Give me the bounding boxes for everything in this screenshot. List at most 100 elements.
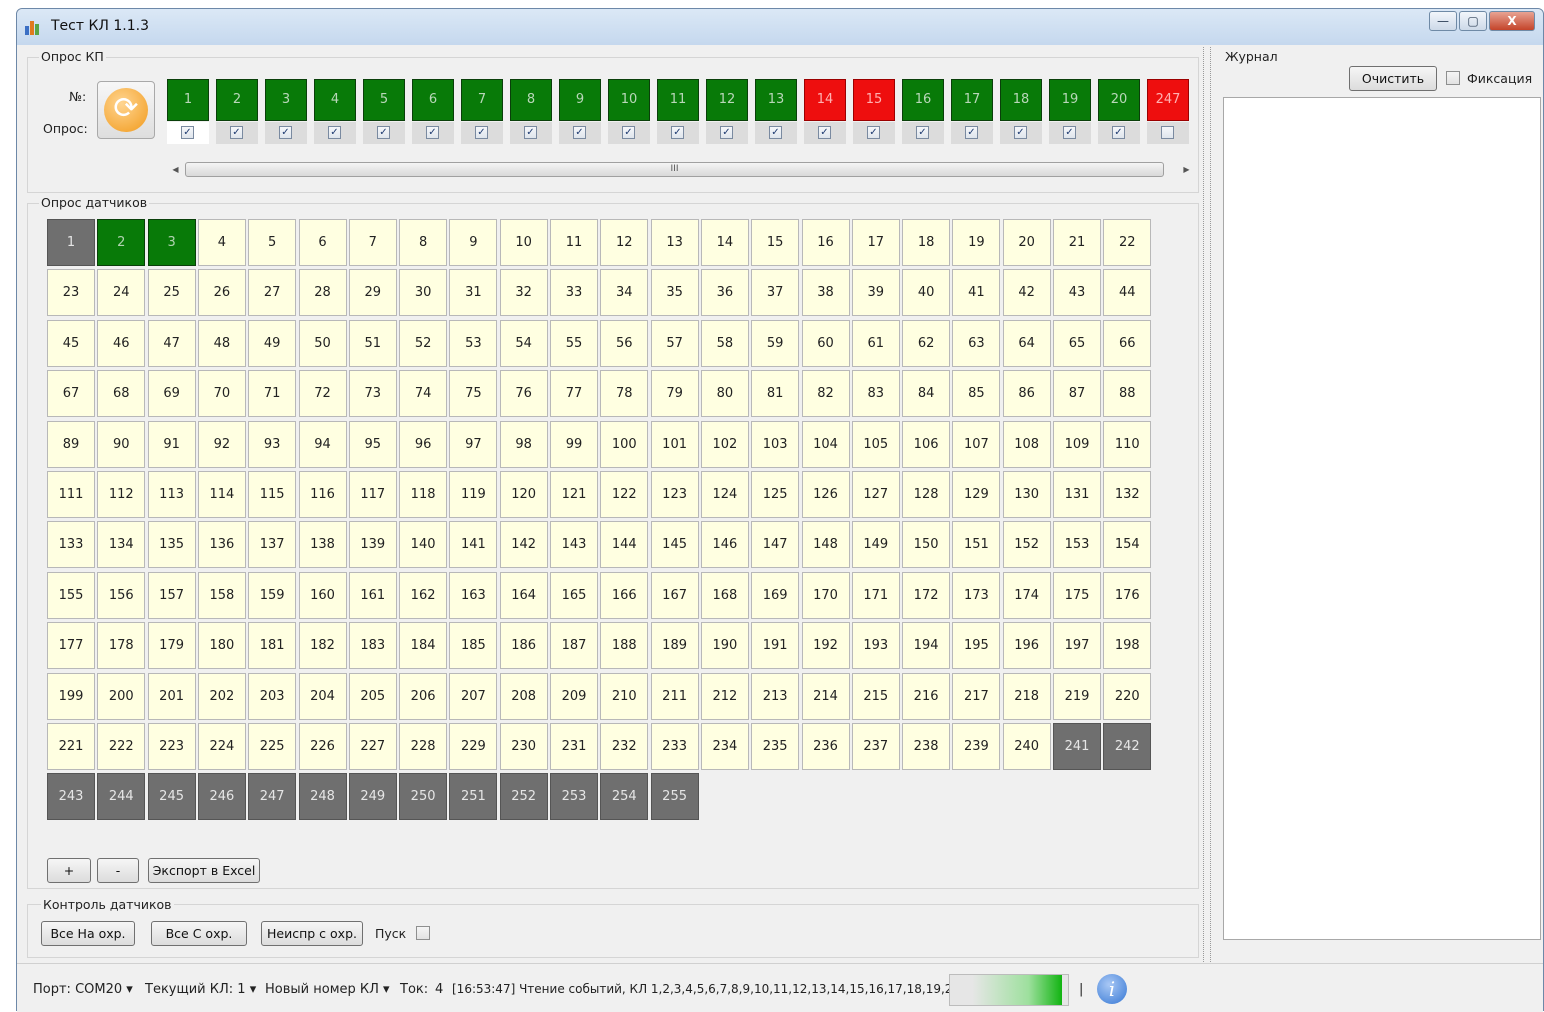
- new-kl-number-dropdown[interactable]: Новый номер КЛ ▾: [265, 982, 390, 997]
- sensor-cell-204[interactable]: 204: [298, 672, 347, 720]
- sensor-cell-130[interactable]: 130: [1002, 471, 1051, 518]
- sensor-cell-173[interactable]: 173: [952, 571, 1001, 619]
- sensor-cell-161[interactable]: 161: [348, 571, 397, 619]
- sensor-cell-47[interactable]: 47: [147, 319, 196, 367]
- sensor-cell-39[interactable]: 39: [851, 269, 900, 317]
- scroll-right-icon[interactable]: ▶: [1178, 161, 1195, 178]
- kp-poll-checkbox-16[interactable]: ✓: [916, 126, 929, 139]
- sensor-cell-147[interactable]: 147: [751, 521, 800, 569]
- kp-cell-19[interactable]: 19: [1049, 79, 1091, 121]
- sensor-cell-182[interactable]: 182: [298, 622, 347, 670]
- refresh-poll-button[interactable]: ⟳: [97, 81, 155, 139]
- sensor-cell-60[interactable]: 60: [801, 319, 850, 367]
- journal-log[interactable]: [1223, 97, 1541, 940]
- sensor-cell-116[interactable]: 116: [298, 471, 347, 518]
- sensor-cell-113[interactable]: 113: [147, 471, 196, 518]
- sensor-cell-232[interactable]: 232: [600, 723, 649, 770]
- kp-cell-3[interactable]: 3: [265, 79, 307, 121]
- sensor-cell-222[interactable]: 222: [97, 723, 146, 770]
- sensor-cell-31[interactable]: 31: [449, 269, 498, 317]
- sensor-cell-10[interactable]: 10: [499, 219, 548, 266]
- sensor-cell-166[interactable]: 166: [600, 571, 649, 619]
- sensor-cell-168[interactable]: 168: [700, 571, 749, 619]
- kp-poll-checkbox-10[interactable]: ✓: [622, 126, 635, 139]
- sensor-cell-250[interactable]: 250: [399, 773, 448, 821]
- sensor-cell-203[interactable]: 203: [248, 672, 297, 720]
- sensor-cell-200[interactable]: 200: [97, 672, 146, 720]
- sensor-cell-36[interactable]: 36: [700, 269, 749, 317]
- sensor-cell-185[interactable]: 185: [449, 622, 498, 670]
- kp-cell-8[interactable]: 8: [510, 79, 552, 121]
- sensor-cell-85[interactable]: 85: [952, 370, 1001, 418]
- sensor-cell-123[interactable]: 123: [650, 471, 699, 518]
- sensor-cell-8[interactable]: 8: [399, 219, 448, 266]
- sensor-cell-115[interactable]: 115: [248, 471, 297, 518]
- sensor-cell-84[interactable]: 84: [902, 370, 951, 418]
- sensor-cell-224[interactable]: 224: [197, 723, 246, 770]
- sensor-cell-240[interactable]: 240: [1002, 723, 1051, 770]
- kp-poll-checkbox-1[interactable]: ✓: [181, 126, 194, 139]
- sensor-cell-66[interactable]: 66: [1103, 319, 1152, 367]
- sensor-cell-21[interactable]: 21: [1053, 219, 1101, 266]
- sensor-cell-11[interactable]: 11: [550, 219, 598, 266]
- current-kl-dropdown[interactable]: Текущий КЛ: 1 ▾: [145, 982, 256, 997]
- sensor-cell-4[interactable]: 4: [197, 219, 246, 266]
- sensor-cell-114[interactable]: 114: [197, 471, 246, 518]
- sensor-cell-136[interactable]: 136: [197, 521, 246, 569]
- kp-poll-checkbox-11[interactable]: ✓: [671, 126, 684, 139]
- sensor-cell-253[interactable]: 253: [550, 773, 598, 821]
- kp-cell-18[interactable]: 18: [1000, 79, 1042, 121]
- sensor-cell-98[interactable]: 98: [499, 420, 548, 468]
- kp-poll-checkbox-4[interactable]: ✓: [328, 126, 341, 139]
- sensor-cell-111[interactable]: 111: [47, 471, 95, 518]
- sensor-cell-64[interactable]: 64: [1002, 319, 1051, 367]
- sensor-cell-239[interactable]: 239: [952, 723, 1001, 770]
- sensor-cell-155[interactable]: 155: [47, 571, 95, 619]
- kp-cell-17[interactable]: 17: [951, 79, 993, 121]
- kp-cell-10[interactable]: 10: [608, 79, 650, 121]
- sensor-cell-133[interactable]: 133: [47, 521, 95, 569]
- sensor-cell-150[interactable]: 150: [902, 521, 951, 569]
- sensor-cell-103[interactable]: 103: [751, 420, 800, 468]
- sensor-cell-195[interactable]: 195: [952, 622, 1001, 670]
- sensor-cell-158[interactable]: 158: [197, 571, 246, 619]
- sensor-cell-104[interactable]: 104: [801, 420, 850, 468]
- panel-splitter[interactable]: [1203, 47, 1211, 962]
- sensor-cell-65[interactable]: 65: [1053, 319, 1101, 367]
- scroll-thumb[interactable]: III: [185, 162, 1164, 177]
- sensor-cell-80[interactable]: 80: [700, 370, 749, 418]
- sensor-cell-241[interactable]: 241: [1053, 723, 1101, 770]
- sensor-cell-162[interactable]: 162: [399, 571, 448, 619]
- sensor-cell-160[interactable]: 160: [298, 571, 347, 619]
- sensor-cell-28[interactable]: 28: [298, 269, 347, 317]
- sensor-cell-255[interactable]: 255: [650, 773, 699, 821]
- sensor-cell-238[interactable]: 238: [902, 723, 951, 770]
- sensor-cell-217[interactable]: 217: [952, 672, 1001, 720]
- sensor-cell-245[interactable]: 245: [147, 773, 196, 821]
- sensor-cell-164[interactable]: 164: [499, 571, 548, 619]
- remove-button[interactable]: -: [97, 858, 139, 883]
- sensor-cell-139[interactable]: 139: [348, 521, 397, 569]
- sensor-cell-176[interactable]: 176: [1103, 571, 1152, 619]
- kp-cell-247[interactable]: 247: [1147, 79, 1189, 121]
- sensor-cell-181[interactable]: 181: [248, 622, 297, 670]
- sensor-cell-228[interactable]: 228: [399, 723, 448, 770]
- sensor-cell-44[interactable]: 44: [1103, 269, 1152, 317]
- sensor-cell-110[interactable]: 110: [1103, 420, 1152, 468]
- sensor-cell-102[interactable]: 102: [700, 420, 749, 468]
- sensor-cell-146[interactable]: 146: [700, 521, 749, 569]
- kp-poll-checkbox-9[interactable]: ✓: [573, 126, 586, 139]
- sensor-cell-127[interactable]: 127: [851, 471, 900, 518]
- sensor-cell-15[interactable]: 15: [751, 219, 800, 266]
- sensor-cell-202[interactable]: 202: [197, 672, 246, 720]
- sensor-cell-201[interactable]: 201: [147, 672, 196, 720]
- sensor-cell-82[interactable]: 82: [801, 370, 850, 418]
- sensor-cell-96[interactable]: 96: [399, 420, 448, 468]
- sensor-cell-25[interactable]: 25: [147, 269, 196, 317]
- sensor-cell-254[interactable]: 254: [600, 773, 649, 821]
- sensor-cell-121[interactable]: 121: [550, 471, 598, 518]
- sensor-cell-63[interactable]: 63: [952, 319, 1001, 367]
- sensor-cell-27[interactable]: 27: [248, 269, 297, 317]
- sensor-cell-193[interactable]: 193: [851, 622, 900, 670]
- sensor-cell-184[interactable]: 184: [399, 622, 448, 670]
